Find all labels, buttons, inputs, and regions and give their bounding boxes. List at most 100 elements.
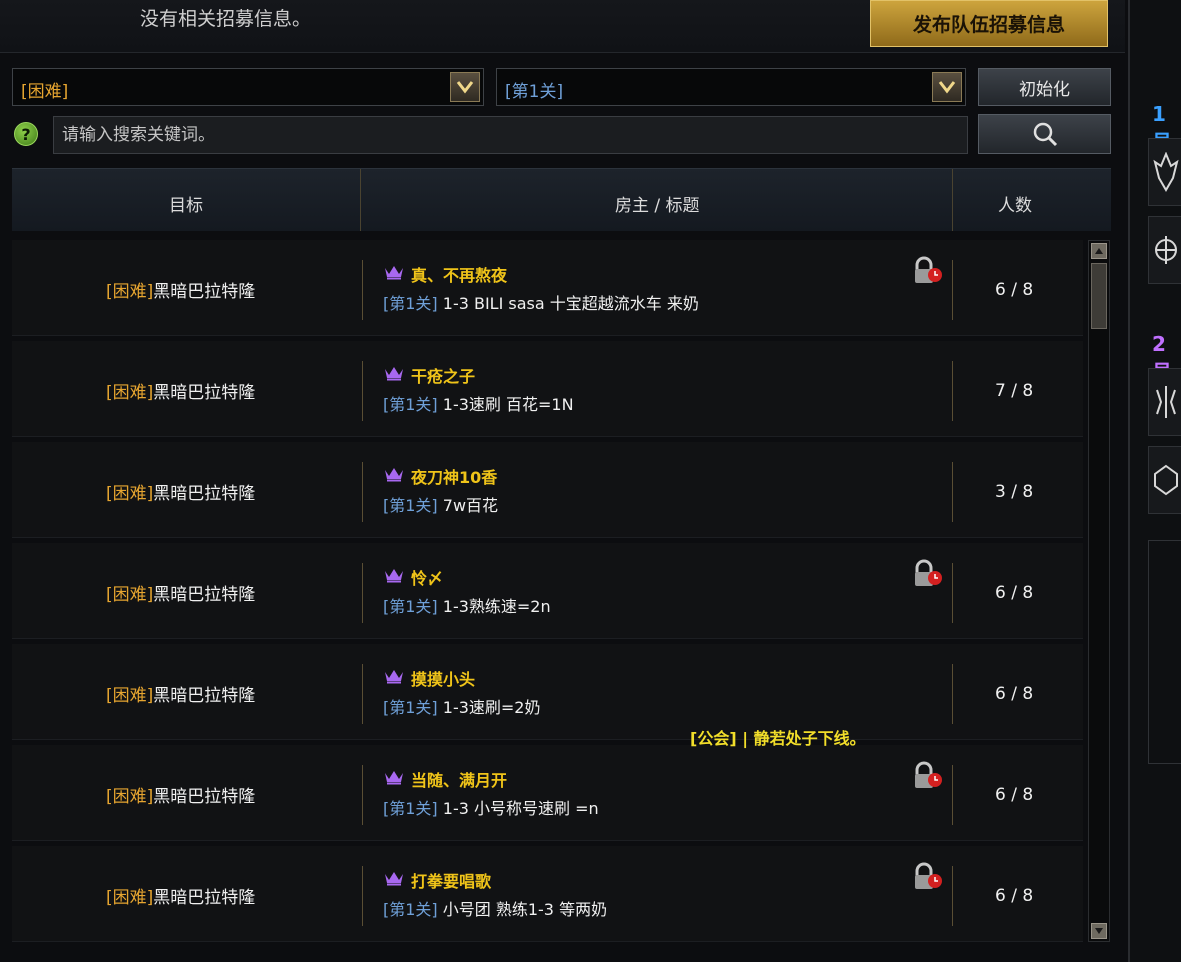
party-slot[interactable] <box>1148 216 1181 284</box>
row-divider <box>362 866 363 926</box>
row-target-name: 黑暗巴拉特隆 <box>153 686 256 706</box>
row-difficulty: [困难] <box>106 383 154 403</box>
header-target: 目标 <box>169 196 203 216</box>
chevron-down-icon[interactable] <box>450 72 480 102</box>
scroll-down-icon[interactable] <box>1091 923 1107 939</box>
row-target-name: 黑暗巴拉特隆 <box>153 585 256 605</box>
row-target: [困难]黑暗巴拉特隆 <box>106 378 255 403</box>
row-stage: [第1关] <box>383 395 438 414</box>
party-slot[interactable] <box>1148 138 1181 206</box>
crown-icon <box>385 367 403 381</box>
row-target: [困难]黑暗巴拉特隆 <box>106 883 255 908</box>
crown-icon <box>385 670 403 684</box>
row-target: [困难]黑暗巴拉特隆 <box>106 681 255 706</box>
row-target: [困难]黑暗巴拉特隆 <box>106 479 255 504</box>
row-title-text: 小号团 熟练1-3 等两奶 <box>437 900 608 919</box>
crown-icon <box>385 771 403 785</box>
row-count: 6 / 8 <box>995 280 1034 300</box>
row-title-text: 1-3 小号称号速刷 =n <box>437 799 599 818</box>
row-title: [第1关] 1-3速刷 百花=1N <box>383 391 574 415</box>
row-title: [第1关] 1-3 BILI sasa 十宝超越流水车 来奶 <box>383 290 699 314</box>
row-host: 摸摸小头 <box>411 670 476 689</box>
row-divider <box>362 563 363 623</box>
table-row[interactable]: [困难]黑暗巴拉特隆 摸摸小头 [第1关] 1-3速刷=2奶 6 / 8 <box>12 644 1083 740</box>
row-title: [第1关] 小号团 熟练1-3 等两奶 <box>383 896 607 920</box>
row-host: 干疮之子 <box>411 367 476 386</box>
row-difficulty: [困难] <box>106 888 154 908</box>
table-row[interactable]: [困难]黑暗巴拉特隆 真、不再熬夜 [第1关] 1-3 BILI sasa 十宝… <box>12 240 1083 336</box>
row-divider <box>952 664 953 724</box>
party-slot[interactable] <box>1148 368 1181 436</box>
row-divider <box>952 765 953 825</box>
row-host: 怜〆 <box>411 569 444 588</box>
class-emblem-icon <box>1153 464 1178 496</box>
row-title-text: 1-3 BILI sasa 十宝超越流水车 来奶 <box>437 294 699 313</box>
row-count: 7 / 8 <box>995 381 1034 401</box>
row-difficulty: [困难] <box>106 686 154 706</box>
scroll-up-icon[interactable] <box>1091 243 1107 259</box>
header-count: 人数 <box>998 196 1032 216</box>
row-count: 3 / 8 <box>995 482 1034 502</box>
reset-button[interactable]: 初始化 <box>978 68 1111 106</box>
top-bar: 没有相关招募信息。 发布队伍招募信息 <box>0 0 1125 53</box>
row-divider <box>362 361 363 421</box>
party-info-box <box>1148 540 1181 764</box>
row-host: 打拳要唱歌 <box>411 872 492 891</box>
row-stage: [第1关] <box>383 900 438 919</box>
recruit-list: [困难]黑暗巴拉特隆 真、不再熬夜 [第1关] 1-3 BILI sasa 十宝… <box>12 240 1083 944</box>
table-row[interactable]: [困难]黑暗巴拉特隆 怜〆 [第1关] 1-3熟练速=2n 6 / 8 <box>12 543 1083 639</box>
guild-chat-message: [公会] | 静若处子下线。 <box>690 729 866 748</box>
row-stage: [第1关] <box>383 496 438 515</box>
row-title-text: 1-3速刷=2奶 <box>437 698 541 717</box>
difficulty-value: [困难] <box>21 82 69 102</box>
row-stage: [第1关] <box>383 294 438 313</box>
table-row[interactable]: [困难]黑暗巴拉特隆 打拳要唱歌 [第1关] 小号团 熟练1-3 等两奶 6 /… <box>12 846 1083 942</box>
class-emblem-icon <box>1154 236 1177 264</box>
row-stage: [第1关] <box>383 597 438 616</box>
help-icon[interactable]: ? <box>14 122 38 146</box>
table-row[interactable]: [困难]黑暗巴拉特隆 当随、满月开 [第1关] 1-3 小号称号速刷 =n 6 … <box>12 745 1083 841</box>
row-divider <box>362 260 363 320</box>
row-divider <box>362 664 363 724</box>
chevron-down-icon[interactable] <box>932 72 962 102</box>
table-header: 目标 房主 / 标题 人数 <box>12 168 1111 231</box>
row-divider <box>952 260 953 320</box>
scroll-thumb[interactable] <box>1091 263 1107 329</box>
header-divider <box>952 169 953 231</box>
row-target: [困难]黑暗巴拉特隆 <box>106 782 255 807</box>
class-emblem-icon <box>1152 152 1179 192</box>
row-target-name: 黑暗巴拉特隆 <box>153 787 256 807</box>
right-party-panel: 1号 2号 <box>1128 0 1181 962</box>
row-target-name: 黑暗巴拉特隆 <box>153 383 256 403</box>
row-difficulty: [困难] <box>106 585 154 605</box>
difficulty-select[interactable]: [困难] <box>12 68 484 106</box>
no-recruit-info-text: 没有相关招募信息。 <box>140 8 312 30</box>
lock-clock-icon <box>915 559 942 586</box>
row-title-text: 1-3速刷 百花=1N <box>437 395 574 414</box>
publish-recruit-button[interactable]: 发布队伍招募信息 <box>870 0 1108 47</box>
row-host: 夜刀神10香 <box>411 468 498 487</box>
search-input[interactable] <box>53 116 968 154</box>
row-title: [第1关] 1-3速刷=2奶 <box>383 694 540 718</box>
row-target-name: 黑暗巴拉特隆 <box>153 282 256 302</box>
row-divider <box>952 563 953 623</box>
row-title-text: 1-3熟练速=2n <box>437 597 551 616</box>
table-row[interactable]: [困难]黑暗巴拉特隆 夜刀神10香 [第1关] 7w百花 3 / 8 <box>12 442 1083 538</box>
table-row[interactable]: [困难]黑暗巴拉特隆 干疮之子 [第1关] 1-3速刷 百花=1N 7 / 8 <box>12 341 1083 437</box>
list-scrollbar[interactable] <box>1088 240 1110 942</box>
search-button[interactable] <box>978 114 1111 154</box>
header-host-title: 房主 / 标题 <box>615 196 700 216</box>
party-slot[interactable] <box>1148 446 1181 514</box>
row-title: [第1关] 1-3 小号称号速刷 =n <box>383 795 599 819</box>
row-divider <box>952 361 953 421</box>
stage-select[interactable]: [第1关] <box>496 68 966 106</box>
lock-clock-icon <box>915 761 942 788</box>
row-stage: [第1关] <box>383 799 438 818</box>
row-title-text: 7w百花 <box>437 496 499 515</box>
class-emblem-icon <box>1155 386 1176 418</box>
row-target: [困难]黑暗巴拉特隆 <box>106 277 255 302</box>
row-divider <box>952 866 953 926</box>
row-host: 当随、满月开 <box>411 771 508 790</box>
row-count: 6 / 8 <box>995 785 1034 805</box>
crown-icon <box>385 569 403 583</box>
